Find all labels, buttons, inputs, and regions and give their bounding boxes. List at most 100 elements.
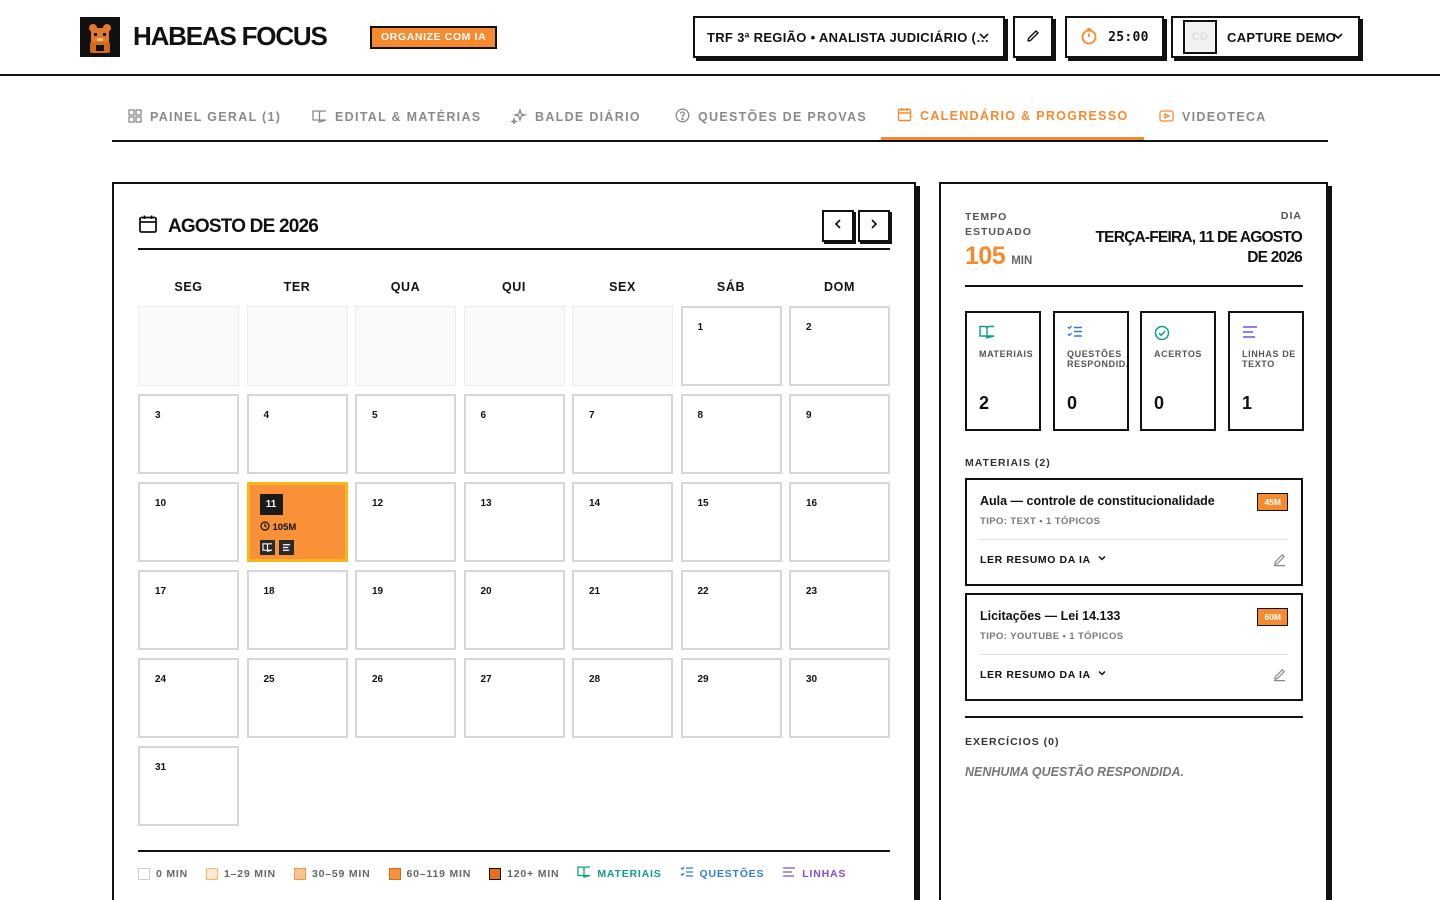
day-number: 26: [372, 674, 384, 685]
day-number: 21: [589, 586, 601, 597]
calendar-day[interactable]: 18: [246, 570, 348, 650]
duration-badge: 45M: [1257, 493, 1288, 511]
edit-concurso-button[interactable]: [1013, 16, 1053, 58]
calendar-day[interactable]: 15: [680, 482, 782, 562]
legend-swatch: [293, 867, 306, 880]
legend-label: QUESTÕES: [699, 867, 765, 880]
day-detail-panel: TEMPO ESTUDADO DIA 105 MIN TERÇA-FEIRA, …: [939, 182, 1328, 900]
text-lines-icon: [1242, 325, 1258, 344]
day-activity-icons: [259, 540, 294, 555]
legend-swatch: [138, 867, 150, 880]
calendar-day[interactable]: 19: [355, 570, 456, 650]
calendar-day[interactable]: 7: [572, 394, 673, 474]
calendar-day[interactable]: 31: [138, 746, 239, 826]
calendar-day[interactable]: 12: [355, 482, 456, 562]
user-name: CAPTURE DEMO: [1227, 29, 1337, 45]
calendar-day[interactable]: 25: [246, 658, 348, 738]
calendar-day[interactable]: 8: [680, 394, 782, 474]
minutes-number: 105: [965, 242, 1006, 270]
calendar-day[interactable]: 2: [789, 306, 890, 386]
read-ai-summary-toggle[interactable]: LER RESUMO DA IA: [980, 668, 1107, 681]
weekday-header: TER: [283, 280, 311, 294]
calendar-day[interactable]: 16: [789, 482, 890, 562]
read-ai-summary-toggle[interactable]: LER RESUMO DA IA: [980, 553, 1107, 566]
day-number: 13: [480, 498, 492, 509]
edit-material-button[interactable]: [1272, 552, 1287, 572]
legend-item-questoes: QUESTÕES: [680, 866, 765, 881]
calendar-icon: [138, 214, 158, 240]
day-number: 18: [263, 586, 275, 597]
calendar-day[interactable]: 10: [138, 482, 239, 562]
text-lines-icon: [782, 866, 796, 881]
day-number: 8: [697, 410, 704, 421]
calendar-day[interactable]: 9: [789, 394, 890, 474]
avatar: CD: [1183, 20, 1217, 54]
stat-label: LINHAS DE TEXTO: [1242, 349, 1296, 369]
main-tabs: PAINEL GERAL (1) EDITAL & MATÉRIAS BALDE…: [112, 94, 1328, 142]
calendar-day[interactable]: 22: [680, 570, 782, 650]
day-number: 3: [155, 410, 161, 421]
calendar-day[interactable]: 27: [463, 658, 565, 738]
calendar-day[interactable]: 1: [680, 306, 782, 386]
stat-acertos: ACERTOS 0: [1140, 311, 1216, 431]
tab-balde-diario[interactable]: BALDE DIÁRIO: [495, 94, 657, 140]
day-number: 6: [480, 410, 487, 421]
read-ai-summary-label: LER RESUMO DA IA: [980, 668, 1091, 681]
weekday-header: QUA: [390, 280, 421, 294]
calendar-day[interactable]: 28: [572, 658, 673, 738]
day-number: 16: [806, 498, 818, 509]
weekday-header: SEG: [174, 280, 203, 294]
tab-questoes-de-provas[interactable]: QUESTÕES DE PROVAS: [659, 94, 883, 140]
tab-videoteca[interactable]: VIDEOTECA: [1143, 94, 1283, 140]
stat-label: MATERIAIS: [979, 349, 1034, 359]
calendar-legend: 0 MIN 1–29 MIN 30–59 MIN 60–119 MIN 120+…: [138, 866, 846, 881]
bear-mascot-icon[interactable]: [80, 17, 120, 57]
tab-edital-materias[interactable]: EDITAL & MATÉRIAS: [296, 94, 497, 140]
book-icon: [312, 109, 327, 126]
read-ai-summary-label: LER RESUMO DA IA: [980, 553, 1091, 566]
user-menu[interactable]: CD CAPTURE DEMO: [1171, 16, 1360, 58]
tempo-estudado-label: TEMPO ESTUDADO: [965, 211, 1032, 238]
timer-value: 25:00: [1108, 29, 1149, 45]
chevron-left-icon: [832, 217, 844, 235]
edit-material-button[interactable]: [1272, 667, 1287, 687]
concurso-select[interactable]: TRF 3ª REGIÃO • ANALISTA JUDICIÁRIO (…: [693, 16, 1005, 58]
chevron-right-icon: [868, 217, 880, 235]
calendar-panel: AGOSTO DE 2026 SEG TER QUA QUI SEX SÁB DOM 123…: [112, 182, 916, 900]
calendar-day-selected[interactable]: 11 105M: [246, 482, 348, 562]
list-check-icon: [680, 866, 694, 881]
calendar-day[interactable]: 26: [355, 658, 456, 738]
day-number: 24: [155, 674, 167, 685]
tab-painel-geral[interactable]: PAINEL GERAL (1): [112, 94, 297, 140]
calendar-day[interactable]: 20: [463, 570, 565, 650]
calendar-day[interactable]: 30: [789, 658, 890, 738]
ai-badge[interactable]: ORGANIZE COM IA: [370, 26, 498, 49]
legend-label: 30–59 MIN: [311, 867, 371, 880]
next-month-button[interactable]: [858, 210, 890, 242]
day-number: 4: [263, 410, 270, 421]
stat-label: QUESTÕES RESPONDIDAS: [1067, 349, 1127, 369]
calendar-day[interactable]: 24: [138, 658, 239, 738]
calendar-day[interactable]: 21: [572, 570, 673, 650]
calendar-day[interactable]: 13: [463, 482, 565, 562]
calendar-day[interactable]: 29: [680, 658, 782, 738]
top-bar: HABEAS FOCUS ORGANIZE COM IA TRF 3ª REGI…: [0, 0, 1440, 76]
calendar-day[interactable]: 5: [355, 394, 456, 474]
calendar-day[interactable]: 4: [246, 394, 348, 474]
pomodoro-timer-button[interactable]: 25:00: [1065, 16, 1164, 58]
stat-label: ACERTOS: [1154, 349, 1203, 359]
previous-month-button[interactable]: [822, 210, 854, 242]
material-title: Aula — controle de constitucionalidade: [980, 494, 1215, 508]
calendar-day[interactable]: 23: [789, 570, 890, 650]
day-number: 31: [155, 762, 167, 773]
calendar-day[interactable]: 17: [138, 570, 239, 650]
pencil-icon: [1025, 28, 1041, 47]
legend-item-linhas: LINHAS: [782, 866, 846, 881]
calendar-day[interactable]: 3: [138, 394, 239, 474]
calendar-day[interactable]: 14: [572, 482, 673, 562]
calendar-day[interactable]: 6: [463, 394, 565, 474]
stat-value: 0: [1067, 393, 1078, 413]
tab-calendario-progresso[interactable]: CALENDÁRIO & PROGRESSO: [881, 94, 1145, 140]
divider: [138, 850, 890, 852]
materiais-section-title: MATERIAIS (2): [965, 457, 1051, 469]
